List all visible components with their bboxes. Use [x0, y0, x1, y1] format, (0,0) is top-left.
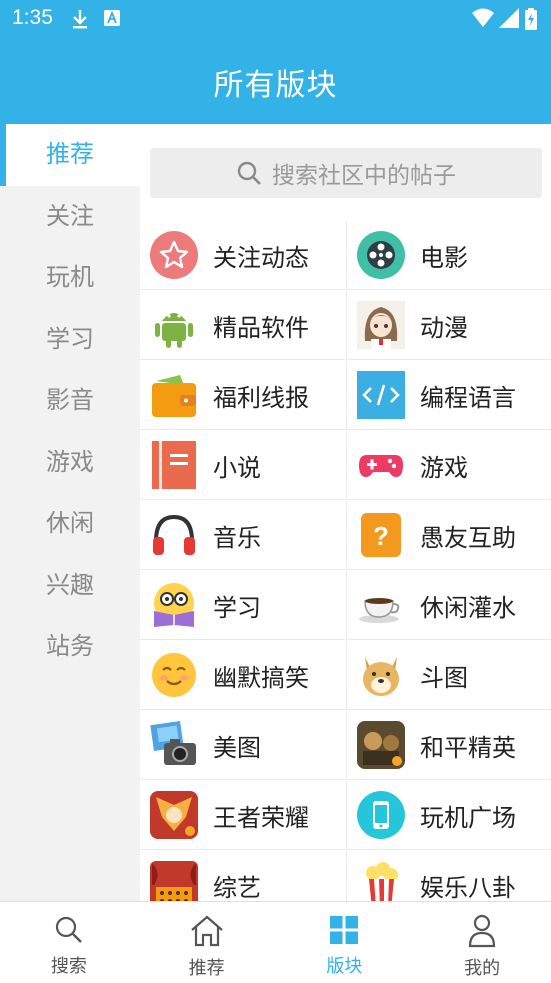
popcorn-icon — [365, 862, 398, 901]
status-bar: 1:35 — [0, 0, 551, 40]
question-icon: ? — [361, 513, 401, 557]
nav-label: 版块 — [326, 956, 363, 977]
stage-icon — [150, 861, 198, 901]
search-placeholder: 搜索社区中的帖子 — [272, 163, 456, 189]
board-label: 动漫 — [420, 313, 468, 342]
headphones-icon — [153, 514, 195, 555]
pubg-icon — [357, 721, 405, 769]
app-header: 1:35 所有版块 — [0, 0, 551, 124]
sidebar-item-games[interactable]: 游戏 — [0, 432, 140, 494]
battery-icon — [525, 8, 537, 34]
board-item-humor[interactable]: 幽默搞笑 — [140, 641, 345, 710]
board-label: 游戏 — [420, 453, 468, 482]
doge-icon — [363, 657, 399, 696]
anime-girl-icon — [357, 301, 405, 349]
board-item-honor-of-kings[interactable]: 王者荣耀 — [140, 781, 345, 850]
board-label: 综艺 — [213, 873, 261, 902]
sidebar-item-follow[interactable]: 关注 — [0, 186, 140, 248]
board-label: 休闲灌水 — [420, 593, 516, 622]
sidebar-item-recommend[interactable]: 推荐 — [0, 124, 140, 186]
star-icon — [150, 231, 198, 279]
board-item-mutual-help[interactable]: ? 愚友互助 — [346, 501, 551, 570]
sidebar-item-study[interactable]: 学习 — [0, 309, 140, 371]
board-label: 王者荣耀 — [213, 803, 309, 832]
nav-tab-recommend[interactable]: 推荐 — [138, 902, 276, 983]
wallet-icon — [152, 375, 196, 417]
svg-text:?: ? — [373, 521, 389, 551]
board-label: 和平精英 — [420, 733, 516, 762]
signal-icon — [499, 8, 519, 32]
board-item-study[interactable]: 学习 — [140, 571, 345, 640]
person-icon — [469, 914, 496, 948]
board-item-variety-show[interactable]: 综艺 — [140, 851, 345, 901]
board-item-music[interactable]: 音乐 — [140, 501, 345, 570]
nav-tab-boards[interactable]: 版块 — [276, 902, 414, 983]
board-item-deals[interactable]: 福利线报 — [140, 361, 345, 430]
keyboard-a-icon — [104, 10, 120, 30]
board-label: 娱乐八卦 — [420, 873, 516, 902]
board-item-follow-feed[interactable]: 关注动态 — [140, 221, 345, 290]
status-time: 1:35 — [12, 6, 53, 29]
film-reel-icon — [357, 231, 405, 279]
nav-label: 我的 — [464, 958, 501, 979]
sidebar-item-leisure[interactable]: 休闲 — [0, 493, 140, 555]
board-item-device-square[interactable]: 玩机广场 — [346, 781, 551, 850]
honor-of-kings-icon — [150, 791, 198, 839]
nav-label: 推荐 — [188, 958, 225, 979]
phone-icon — [357, 791, 405, 839]
page-title: 所有版块 — [213, 68, 338, 103]
nav-tab-profile[interactable]: 我的 — [413, 902, 551, 983]
board-label: 关注动态 — [213, 243, 309, 272]
search-icon — [55, 916, 82, 943]
search-input[interactable]: 搜索社区中的帖子 — [150, 148, 542, 198]
nav-label: 搜索 — [50, 956, 87, 977]
sidebar-item-media[interactable]: 影音 — [0, 370, 140, 432]
board-label: 精品软件 — [213, 313, 309, 342]
wifi-icon — [472, 8, 494, 32]
board-label: 斗图 — [420, 663, 468, 692]
code-icon — [357, 371, 405, 419]
board-label: 音乐 — [213, 523, 261, 552]
board-item-pictures[interactable]: 美图 — [140, 711, 345, 780]
sidebar-item-interest[interactable]: 兴趣 — [0, 555, 140, 617]
android-icon — [155, 313, 193, 348]
board-label: 编程语言 — [420, 383, 516, 412]
nav-tab-search[interactable]: 搜索 — [0, 902, 138, 983]
board-item-movies[interactable]: 电影 — [346, 221, 551, 290]
student-icon — [154, 583, 194, 627]
sidebar-item-device[interactable]: 玩机 — [0, 247, 140, 309]
grid-icon — [330, 916, 359, 944]
sidebar-item-site-affairs[interactable]: 站务 — [0, 616, 140, 678]
board-label: 美图 — [213, 733, 261, 762]
board-label: 小说 — [213, 453, 261, 482]
board-label: 学习 — [213, 593, 261, 622]
board-item-novels[interactable]: 小说 — [140, 431, 345, 500]
board-label: 愚友互助 — [420, 523, 516, 552]
board-item-memes[interactable]: 斗图 — [346, 641, 551, 710]
download-icon — [70, 8, 90, 34]
smiley-icon — [152, 653, 196, 697]
photo-camera-icon — [150, 721, 196, 765]
board-item-anime[interactable]: 动漫 — [346, 291, 551, 360]
board-label: 幽默搞笑 — [213, 663, 309, 692]
board-item-programming[interactable]: 编程语言 — [346, 361, 551, 430]
board-label: 电影 — [420, 243, 468, 272]
coffee-cup-icon — [359, 598, 400, 623]
board-item-games[interactable]: 游戏 — [346, 431, 551, 500]
book-icon — [152, 441, 196, 489]
board-label: 福利线报 — [213, 383, 309, 412]
category-sidebar: 推荐 关注 玩机 学习 影音 游戏 休闲 兴趣 站务 — [0, 124, 140, 901]
bottom-navigation: 搜索 推荐 版块 我的 — [0, 901, 551, 983]
home-icon — [190, 915, 223, 947]
gamepad-icon — [359, 455, 403, 477]
board-item-chitchat[interactable]: 休闲灌水 — [346, 571, 551, 640]
board-item-software[interactable]: 精品软件 — [140, 291, 345, 360]
board-item-gossip[interactable]: 娱乐八卦 — [346, 851, 551, 901]
board-panel: 搜索社区中的帖子 关注动态 电影 精品软件 动漫 福利线报 编程语言 小说 游戏… — [140, 124, 551, 901]
search-icon — [237, 161, 261, 185]
board-label: 玩机广场 — [420, 803, 516, 832]
board-item-peace-elite[interactable]: 和平精英 — [346, 711, 551, 780]
